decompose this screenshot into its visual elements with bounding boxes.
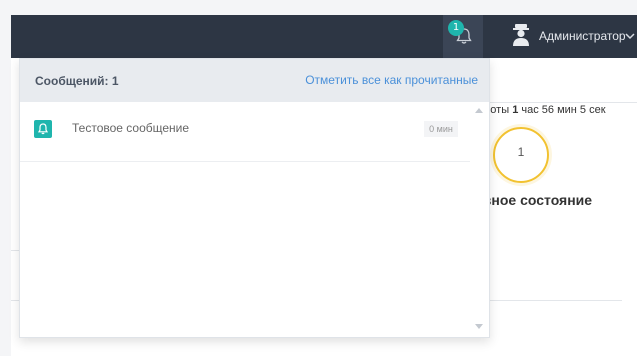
message-time-badge: 0 мин bbox=[424, 121, 458, 137]
message-text: Тестовое сообщение bbox=[72, 121, 190, 135]
message-count: Сообщений: 1 bbox=[35, 74, 119, 88]
notifications-button[interactable]: 1 bbox=[443, 15, 483, 58]
list-item[interactable]: Тестовое сообщение 0 мин bbox=[20, 103, 470, 162]
bell-icon bbox=[34, 120, 52, 138]
chevron-down-icon[interactable] bbox=[625, 31, 635, 41]
user-name[interactable]: Администратор bbox=[539, 29, 626, 43]
notification-badge: 1 bbox=[448, 20, 464, 36]
divider bbox=[475, 102, 637, 103]
scroll-down-icon[interactable] bbox=[475, 324, 483, 330]
status-ring-value: 1 bbox=[517, 145, 525, 159]
uptime-text: боты 1 час 56 мин 5 сек bbox=[484, 104, 606, 116]
state-heading: авное состояние bbox=[475, 192, 593, 208]
notifications-dropdown: Сообщений: 1 Отметить все как прочитанны… bbox=[19, 58, 490, 338]
scrollbar[interactable] bbox=[471, 103, 487, 335]
user-avatar-icon bbox=[513, 24, 529, 46]
scroll-up-icon[interactable] bbox=[475, 107, 483, 113]
mark-all-read-link[interactable]: Отметить все как прочитанные bbox=[305, 73, 478, 87]
dropdown-header: Сообщений: 1 Отметить все как прочитанны… bbox=[20, 59, 489, 102]
divider bbox=[487, 300, 622, 301]
